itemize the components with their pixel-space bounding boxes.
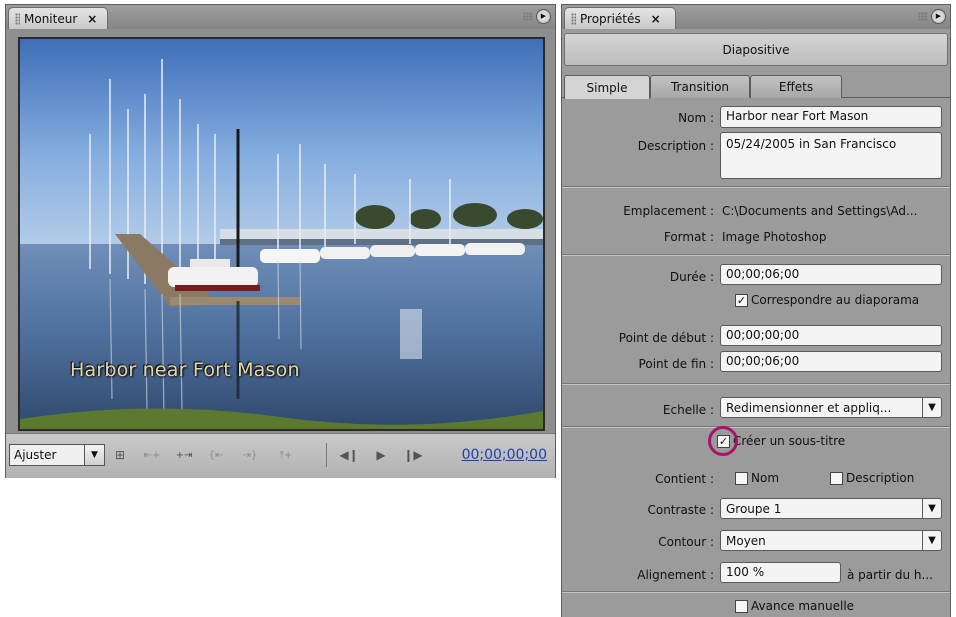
chevron-down-icon[interactable]: ▼ <box>922 531 941 550</box>
outline-dropdown-value: Moyen <box>726 533 766 548</box>
monitor-tab-label: Moniteur <box>24 11 78 26</box>
contrast-label: Contraste : <box>647 503 714 517</box>
toolbar-divider <box>326 443 327 467</box>
scale-label: Echelle : <box>662 403 714 417</box>
alignment-field[interactable]: 100 % <box>720 562 841 583</box>
manual-advance-label: Avance manuelle <box>751 599 855 613</box>
panel-grip-icon[interactable] <box>523 12 533 21</box>
contains-name-label: Nom <box>751 471 780 485</box>
contains-description-checkbox[interactable]: Description <box>830 471 914 485</box>
chevron-down-icon[interactable]: ▼ <box>84 445 104 465</box>
manual-advance-checkbox[interactable]: Avance manuelle <box>735 599 854 613</box>
zoom-dropdown-label: Ajuster <box>14 448 57 462</box>
monitor-preview: Harbor near Fort Mason <box>18 37 545 431</box>
go-to-out-icon[interactable]: ⇥} <box>238 446 262 464</box>
section-divider <box>562 383 950 385</box>
name-field[interactable]: Harbor near Fort Mason <box>720 106 942 128</box>
checkbox-unchecked-icon[interactable] <box>735 471 748 485</box>
format-label: Format : <box>663 230 714 244</box>
set-out-point-icon[interactable]: +⇥ <box>172 446 196 464</box>
panel-menu: ▶ <box>918 9 946 24</box>
chevron-down-icon[interactable]: ▼ <box>922 499 941 518</box>
location-label: Emplacement : <box>623 204 714 218</box>
description-field[interactable]: 05/24/2005 in San Francisco <box>720 132 942 179</box>
monitor-tab[interactable]: Moniteur × <box>8 7 109 29</box>
scale-dropdown-value: Redimensionner et appliq... <box>726 400 892 415</box>
step-back-icon[interactable]: ◀❙ <box>338 446 360 464</box>
contains-name-checkbox[interactable]: Nom <box>735 471 779 485</box>
tab-simple[interactable]: Simple <box>564 75 650 99</box>
panel-menu-icon[interactable]: ▶ <box>536 9 551 24</box>
monitor-panel: Moniteur × ▶ Harbor near Fort Mason Ajus… <box>5 4 556 478</box>
duration-field[interactable]: 00;00;06;00 <box>720 264 942 285</box>
section-divider <box>562 426 950 428</box>
properties-title: Diapositive <box>564 33 948 66</box>
tab-transition[interactable]: Transition <box>650 75 750 98</box>
checkbox-checked-icon[interactable]: ✓ <box>735 293 748 307</box>
scale-dropdown[interactable]: Redimensionner et appliq... ▼ <box>720 397 942 418</box>
tab-effets[interactable]: Effets <box>750 75 842 98</box>
outline-label: Contour : <box>658 535 714 549</box>
monitor-panel-header: Moniteur × ▶ <box>6 5 555 29</box>
chevron-down-icon[interactable]: ▼ <box>922 398 941 417</box>
add-marker-icon[interactable]: ⤒+ <box>274 446 298 464</box>
create-caption-label: Créer un sous-titre <box>733 434 846 448</box>
out-point-label: Point de fin : <box>638 357 714 371</box>
go-to-in-icon[interactable]: {⇤ <box>204 446 228 464</box>
properties-subtabs: Simple Transition Effets <box>562 75 950 99</box>
name-label: Nom : <box>678 111 714 125</box>
current-timecode[interactable]: 00;00;00;00 <box>462 447 547 463</box>
set-in-point-icon[interactable]: ⇤+ <box>140 446 164 464</box>
monitor-toolbar: Ajuster ▼ ⊞ ⇤+ +⇥ {⇤ ⇥} ⤒+ ◀❙ ▶ ❙▶ 00;00… <box>6 433 555 478</box>
location-value: C:\Documents and Settings\Ad... <box>722 204 918 218</box>
out-point-field[interactable]: 00;00;06;00 <box>720 351 942 372</box>
close-icon[interactable]: × <box>651 12 661 26</box>
panel-grip-icon[interactable] <box>918 12 928 21</box>
safe-margins-icon[interactable]: ⊞ <box>110 446 130 464</box>
alignment-label: Alignement : <box>637 568 714 582</box>
checkbox-unchecked-icon[interactable] <box>830 471 843 485</box>
section-divider <box>562 254 950 256</box>
checkbox-unchecked-icon[interactable] <box>735 599 748 613</box>
properties-tab[interactable]: Propriétés × <box>564 7 676 29</box>
panel-menu: ▶ <box>523 9 551 24</box>
match-slideshow-label: Correspondre au diaporama <box>751 293 920 307</box>
contains-description-label: Description <box>846 471 915 485</box>
panel-grip-icon[interactable] <box>571 12 576 25</box>
zoom-dropdown[interactable]: Ajuster ▼ <box>9 444 105 466</box>
panel-grip-icon[interactable] <box>15 12 20 25</box>
match-slideshow-checkbox[interactable]: ✓ Correspondre au diaporama <box>735 293 919 307</box>
properties-tab-label: Propriétés <box>580 11 641 26</box>
alignment-suffix: à partir du h... <box>847 568 933 582</box>
contrast-dropdown[interactable]: Groupe 1 ▼ <box>720 498 942 519</box>
properties-panel: Propriétés × ▶ Diapositive Simple Transi… <box>561 4 951 617</box>
section-divider <box>562 591 950 593</box>
duration-label: Durée : <box>669 270 714 284</box>
description-label: Description : <box>637 139 714 153</box>
slide-caption: Harbor near Fort Mason <box>70 359 300 381</box>
play-icon[interactable]: ▶ <box>372 446 390 464</box>
contrast-dropdown-value: Groupe 1 <box>726 501 782 516</box>
highlight-ring <box>708 426 738 456</box>
in-point-label: Point de début : <box>618 331 714 345</box>
format-value: Image Photoshop <box>722 230 827 244</box>
contains-label: Contient : <box>655 472 714 486</box>
close-icon[interactable]: × <box>87 12 97 26</box>
in-point-field[interactable]: 00;00;00;00 <box>720 325 942 346</box>
section-divider <box>562 186 950 188</box>
outline-dropdown[interactable]: Moyen ▼ <box>720 530 942 551</box>
panel-menu-icon[interactable]: ▶ <box>931 9 946 24</box>
step-forward-icon[interactable]: ❙▶ <box>402 446 424 464</box>
properties-panel-header: Propriétés × ▶ <box>562 5 950 29</box>
